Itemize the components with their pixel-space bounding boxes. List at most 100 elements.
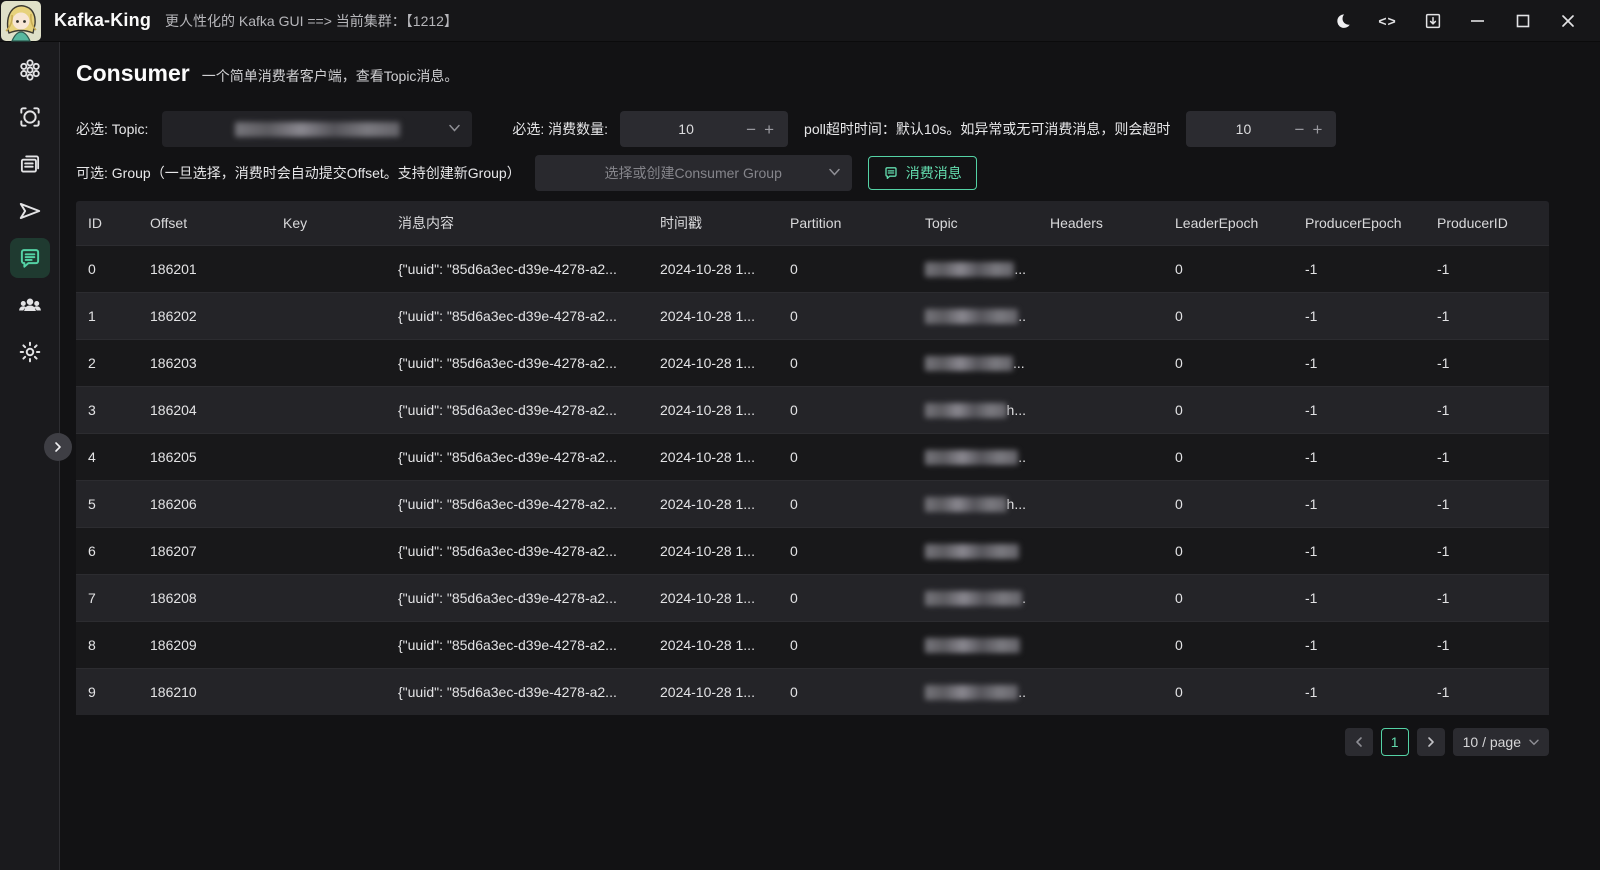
chat-icon [17, 245, 43, 271]
table-row[interactable]: 7186208{"uuid": "85d6a3ec-d39e-4278-a2..… [76, 574, 1549, 621]
minus-button[interactable]: − [1291, 121, 1309, 138]
message-cell: {"uuid": "85d6a3ec-d39e-4278-a2... [386, 387, 648, 433]
documents-icon [17, 151, 43, 177]
consume-button-label: 消费消息 [906, 163, 962, 183]
count-stepper[interactable]: 10 − + [620, 111, 788, 147]
plus-button[interactable]: + [1308, 121, 1326, 138]
producer-epoch-cell: -1 [1293, 622, 1425, 668]
message-cell: {"uuid": "85d6a3ec-d39e-4278-a2... [386, 481, 648, 527]
topic-select[interactable] [162, 111, 472, 147]
offset-cell: 186209 [138, 622, 271, 668]
producer-id-cell: -1 [1425, 340, 1549, 386]
column-header-时间戳: 时间戳 [648, 201, 778, 245]
poll-timeout-stepper[interactable]: 10 − + [1186, 111, 1336, 147]
chevron-down-icon [829, 168, 840, 176]
table-row[interactable]: 5186206{"uuid": "85d6a3ec-d39e-4278-a2..… [76, 480, 1549, 527]
topic-cell [913, 622, 1038, 668]
consumer-form-row-2: 可选: Group（一旦选择，消费时会自动提交Offset。支持创建新Group… [76, 155, 1584, 191]
table-row[interactable]: 8186209{"uuid": "85d6a3ec-d39e-4278-a2..… [76, 621, 1549, 668]
sidebar-item-groups[interactable] [10, 285, 50, 325]
leader-epoch-cell: 0 [1163, 340, 1293, 386]
page-subtitle: 一个简单消费者客户端，查看Topic消息。 [202, 66, 459, 86]
sidebar-item-cluster[interactable] [10, 50, 50, 90]
column-header-Headers: Headers [1038, 201, 1163, 245]
redacted-topic [925, 685, 1018, 700]
page-size-select[interactable]: 10 / page [1453, 728, 1549, 756]
poll-timeout-value[interactable]: 10 [1196, 121, 1290, 137]
table-row[interactable]: 6186207{"uuid": "85d6a3ec-d39e-4278-a2..… [76, 527, 1549, 574]
chat-icon [883, 165, 899, 181]
offset-cell: 186201 [138, 246, 271, 292]
moon-icon[interactable] [1320, 0, 1365, 42]
leader-epoch-cell: 0 [1163, 293, 1293, 339]
app-subtitle: 更人性化的 Kafka GUI ==> 当前集群：【1212】 [165, 11, 458, 31]
sidebar-item-topics[interactable] [10, 144, 50, 184]
next-page-button[interactable] [1417, 728, 1445, 756]
column-header-Key: Key [271, 201, 386, 245]
redacted-topic [925, 591, 1022, 606]
redacted-topic [925, 309, 1018, 324]
offset-cell: 186205 [138, 434, 271, 480]
minimize-icon[interactable] [1455, 0, 1500, 42]
sidebar-item-settings[interactable] [10, 332, 50, 372]
key-cell [271, 622, 386, 668]
producer-epoch-cell: -1 [1293, 575, 1425, 621]
producer-id-cell: -1 [1425, 387, 1549, 433]
topic-cell: ... [913, 340, 1038, 386]
table-body: 0186201{"uuid": "85d6a3ec-d39e-4278-a2..… [76, 245, 1549, 715]
partition-cell: 0 [778, 528, 913, 574]
leader-epoch-cell: 0 [1163, 434, 1293, 480]
sidebar-item-monitor[interactable] [10, 97, 50, 137]
table-row[interactable]: 4186205{"uuid": "85d6a3ec-d39e-4278-a2..… [76, 433, 1549, 480]
plus-button[interactable]: + [760, 121, 778, 138]
sidebar-item-producer[interactable] [10, 191, 50, 231]
key-cell [271, 246, 386, 292]
devtools-icon[interactable]: <> [1365, 0, 1410, 42]
message-cell: {"uuid": "85d6a3ec-d39e-4278-a2... [386, 293, 648, 339]
topic-suffix: h... [1007, 402, 1026, 418]
partition-cell: 0 [778, 481, 913, 527]
table-row[interactable]: 3186204{"uuid": "85d6a3ec-d39e-4278-a2..… [76, 386, 1549, 433]
offset-cell: 186202 [138, 293, 271, 339]
producer-epoch-cell: -1 [1293, 434, 1425, 480]
timestamp-cell: 2024-10-28 1... [648, 669, 778, 715]
timestamp-cell: 2024-10-28 1... [648, 387, 778, 433]
import-icon[interactable] [1410, 0, 1455, 42]
count-value[interactable]: 10 [630, 121, 742, 137]
sidebar-expand-button[interactable] [44, 433, 72, 461]
timestamp-cell: 2024-10-28 1... [648, 622, 778, 668]
minus-button[interactable]: − [742, 121, 760, 138]
message-cell: {"uuid": "85d6a3ec-d39e-4278-a2... [386, 340, 648, 386]
column-header-LeaderEpoch: LeaderEpoch [1163, 201, 1293, 245]
table-row[interactable]: 0186201{"uuid": "85d6a3ec-d39e-4278-a2..… [76, 245, 1549, 292]
headers-cell [1038, 387, 1163, 433]
table-row[interactable]: 2186203{"uuid": "85d6a3ec-d39e-4278-a2..… [76, 339, 1549, 386]
group-select[interactable]: 选择或创建Consumer Group [535, 155, 852, 191]
id-cell: 1 [76, 293, 138, 339]
message-cell: {"uuid": "85d6a3ec-d39e-4278-a2... [386, 669, 648, 715]
id-cell: 0 [76, 246, 138, 292]
prev-page-button[interactable] [1345, 728, 1373, 756]
consumer-page: Consumer 一个简单消费者客户端，查看Topic消息。 必选: Topic… [61, 0, 1600, 756]
current-page-button[interactable]: 1 [1381, 728, 1409, 756]
timestamp-cell: 2024-10-28 1... [648, 246, 778, 292]
producer-id-cell: -1 [1425, 293, 1549, 339]
consume-button[interactable]: 消费消息 [868, 156, 977, 190]
sidebar-item-consumer[interactable] [10, 238, 50, 278]
producer-epoch-cell: -1 [1293, 340, 1425, 386]
table-row[interactable]: 9186210{"uuid": "85d6a3ec-d39e-4278-a2..… [76, 668, 1549, 715]
topic-suffix: .. [1018, 684, 1026, 700]
topic-cell: .. [913, 434, 1038, 480]
titlebar: Kafka-King 更人性化的 Kafka GUI ==> 当前集群：【121… [0, 0, 1600, 42]
headers-cell [1038, 622, 1163, 668]
message-cell: {"uuid": "85d6a3ec-d39e-4278-a2... [386, 622, 648, 668]
producer-epoch-cell: -1 [1293, 387, 1425, 433]
maximize-icon[interactable] [1500, 0, 1545, 42]
table-row[interactable]: 1186202 {"uuid": "85d6a3ec-d39e-4278-a2..… [76, 292, 1549, 339]
close-icon[interactable] [1545, 0, 1590, 42]
redacted-topic [925, 544, 1019, 559]
timestamp-cell: 2024-10-28 1... [648, 293, 778, 339]
timestamp-cell: 2024-10-28 1... [648, 340, 778, 386]
producer-id-cell: -1 [1425, 669, 1549, 715]
consumer-form-row-1: 必选: Topic: 必选: 消费数量: 10 − + poll超时时间：默认1… [76, 111, 1584, 147]
